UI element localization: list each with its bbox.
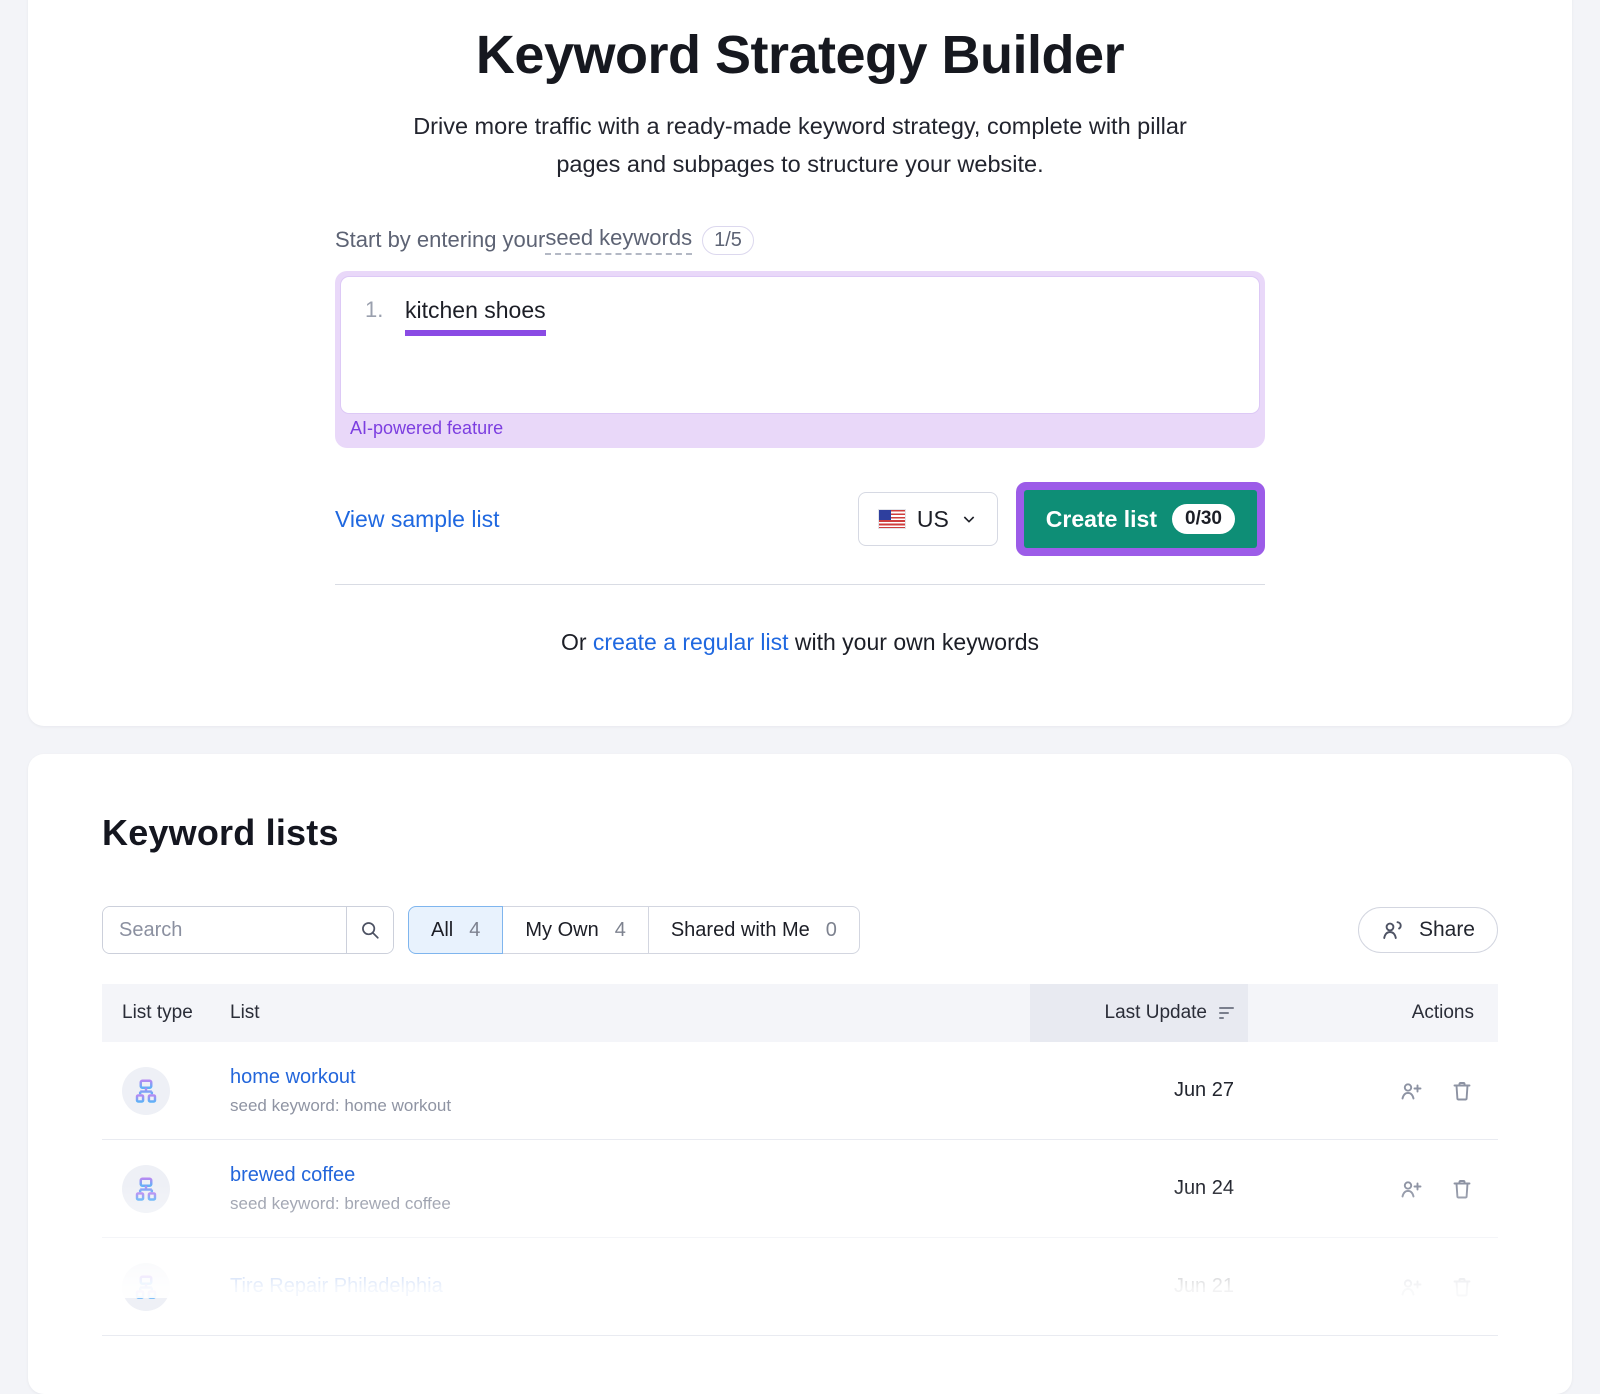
tab-all-count: 4 bbox=[469, 919, 480, 942]
sort-descending-icon bbox=[1219, 1007, 1234, 1020]
header-actions: Actions bbox=[1248, 984, 1498, 1042]
list-seed-keyword: seed keyword: home workout bbox=[230, 1096, 1030, 1116]
delete-list-button[interactable] bbox=[1450, 1177, 1474, 1201]
row-last-update: Jun 24 bbox=[1030, 1177, 1248, 1200]
row-actions-cell bbox=[1248, 1275, 1498, 1299]
create-list-button[interactable]: Create list 0/30 bbox=[1024, 490, 1257, 548]
tab-my-own[interactable]: My Own 4 bbox=[503, 906, 648, 954]
regular-list-line: Or create a regular list with your own k… bbox=[335, 629, 1265, 656]
builder-actions-row: View sample list US Create list 0/30 bbox=[335, 482, 1265, 556]
search-icon bbox=[359, 919, 381, 941]
seed-label-prefix: Start by entering your bbox=[335, 227, 545, 253]
keyword-strategy-builder-card: Keyword Strategy Builder Drive more traf… bbox=[28, 0, 1572, 726]
regular-suffix: with your own keywords bbox=[789, 629, 1040, 655]
table-row: home workout seed keyword: home workout … bbox=[102, 1042, 1498, 1140]
row-last-update: Jun 21 bbox=[1030, 1275, 1248, 1298]
strategy-list-type-icon bbox=[122, 1165, 170, 1213]
list-name-link[interactable]: Tire Repair Philadelphia bbox=[230, 1275, 443, 1297]
delete-list-button[interactable] bbox=[1450, 1079, 1474, 1103]
us-flag-icon bbox=[879, 510, 905, 528]
page-title: Keyword Strategy Builder bbox=[28, 0, 1572, 86]
tab-shared-label: Shared with Me bbox=[671, 919, 810, 942]
strategy-list-type-icon bbox=[122, 1067, 170, 1115]
row-list-cell: home workout seed keyword: home workout bbox=[230, 1066, 1030, 1116]
sitemap-icon bbox=[132, 1175, 160, 1203]
list-controls: All 4 My Own 4 Shared with Me 0 bbox=[102, 906, 1498, 954]
keyword-lists-table: List type List Last Update Actions bbox=[102, 984, 1498, 1336]
seed-keywords-input[interactable]: 1. kitchen shoes bbox=[340, 276, 1260, 414]
seed-keyword-value[interactable]: kitchen shoes bbox=[405, 297, 546, 336]
chevron-down-icon bbox=[961, 511, 977, 527]
list-filter-tabs: All 4 My Own 4 Shared with Me 0 bbox=[408, 906, 860, 954]
share-list-button[interactable] bbox=[1399, 1275, 1424, 1299]
share-button-label: Share bbox=[1419, 918, 1475, 942]
search-box bbox=[102, 906, 394, 954]
trash-icon bbox=[1450, 1177, 1474, 1201]
list-seed-keyword: seed keyword: brewed coffee bbox=[230, 1194, 1030, 1214]
share-list-button[interactable] bbox=[1399, 1079, 1424, 1103]
seed-keywords-label: Start by entering your seed keywords 1/5 bbox=[335, 225, 1265, 255]
tab-shared-with-me[interactable]: Shared with Me 0 bbox=[649, 906, 860, 954]
row-type-cell bbox=[102, 1067, 230, 1115]
person-plus-icon bbox=[1399, 1275, 1424, 1299]
delete-list-button[interactable] bbox=[1450, 1275, 1474, 1299]
tab-my-own-label: My Own bbox=[525, 919, 598, 942]
strategy-list-type-icon bbox=[122, 1263, 170, 1311]
table-row: Tire Repair Philadelphia Jun 21 bbox=[102, 1238, 1498, 1336]
country-code-label: US bbox=[917, 506, 949, 533]
row-actions-cell bbox=[1248, 1079, 1498, 1103]
seed-input-wrapper: 1. kitchen shoes AI-powered feature bbox=[335, 271, 1265, 448]
trash-icon bbox=[1450, 1079, 1474, 1103]
table-row: brewed coffee seed keyword: brewed coffe… bbox=[102, 1140, 1498, 1238]
search-input[interactable] bbox=[103, 907, 346, 953]
search-button[interactable] bbox=[346, 907, 393, 953]
table-header: List type List Last Update Actions bbox=[102, 984, 1498, 1042]
list-name-link[interactable]: brewed coffee bbox=[230, 1164, 355, 1186]
section-divider bbox=[335, 584, 1265, 585]
header-list-type: List type bbox=[102, 984, 230, 1042]
header-list: List bbox=[230, 984, 1030, 1042]
last-update-label: Last Update bbox=[1105, 1002, 1207, 1024]
row-last-update: Jun 27 bbox=[1030, 1079, 1248, 1102]
row-list-cell: Tire Repair Philadelphia bbox=[230, 1275, 1030, 1298]
ai-powered-label: AI-powered feature bbox=[340, 414, 1260, 448]
page-subtitle: Drive more traffic with a ready-made key… bbox=[400, 108, 1200, 183]
keyword-lists-heading: Keyword lists bbox=[102, 812, 1498, 854]
country-selector[interactable]: US bbox=[858, 492, 998, 546]
row-list-cell: brewed coffee seed keyword: brewed coffe… bbox=[230, 1164, 1030, 1214]
tab-my-own-count: 4 bbox=[615, 919, 626, 942]
tab-all-label: All bbox=[431, 919, 453, 942]
list-name-link[interactable]: home workout bbox=[230, 1066, 356, 1088]
sitemap-icon bbox=[132, 1077, 160, 1105]
tab-all[interactable]: All 4 bbox=[408, 906, 503, 954]
seed-keywords-term[interactable]: seed keywords bbox=[545, 225, 692, 255]
create-regular-list-link[interactable]: create a regular list bbox=[593, 629, 789, 655]
person-plus-icon bbox=[1399, 1079, 1424, 1103]
create-list-highlight: Create list 0/30 bbox=[1016, 482, 1265, 556]
view-sample-list-link[interactable]: View sample list bbox=[335, 506, 499, 533]
row-type-cell bbox=[102, 1263, 230, 1311]
create-list-counter: 0/30 bbox=[1172, 504, 1235, 534]
tab-shared-count: 0 bbox=[826, 919, 837, 942]
seed-counter-badge: 1/5 bbox=[702, 226, 754, 255]
sitemap-icon bbox=[132, 1273, 160, 1301]
share-button[interactable]: Share bbox=[1358, 907, 1498, 953]
keyword-lists-card: Keyword lists All 4 My Own 4 bbox=[28, 754, 1572, 1394]
share-people-icon bbox=[1381, 918, 1407, 942]
regular-prefix: Or bbox=[561, 629, 593, 655]
seed-row-number: 1. bbox=[365, 297, 405, 323]
row-type-cell bbox=[102, 1165, 230, 1213]
header-last-update[interactable]: Last Update bbox=[1030, 984, 1248, 1042]
trash-icon bbox=[1450, 1275, 1474, 1299]
row-actions-cell bbox=[1248, 1177, 1498, 1201]
create-list-label: Create list bbox=[1046, 506, 1157, 533]
share-list-button[interactable] bbox=[1399, 1177, 1424, 1201]
person-plus-icon bbox=[1399, 1177, 1424, 1201]
builder-content: Start by entering your seed keywords 1/5… bbox=[335, 225, 1265, 656]
